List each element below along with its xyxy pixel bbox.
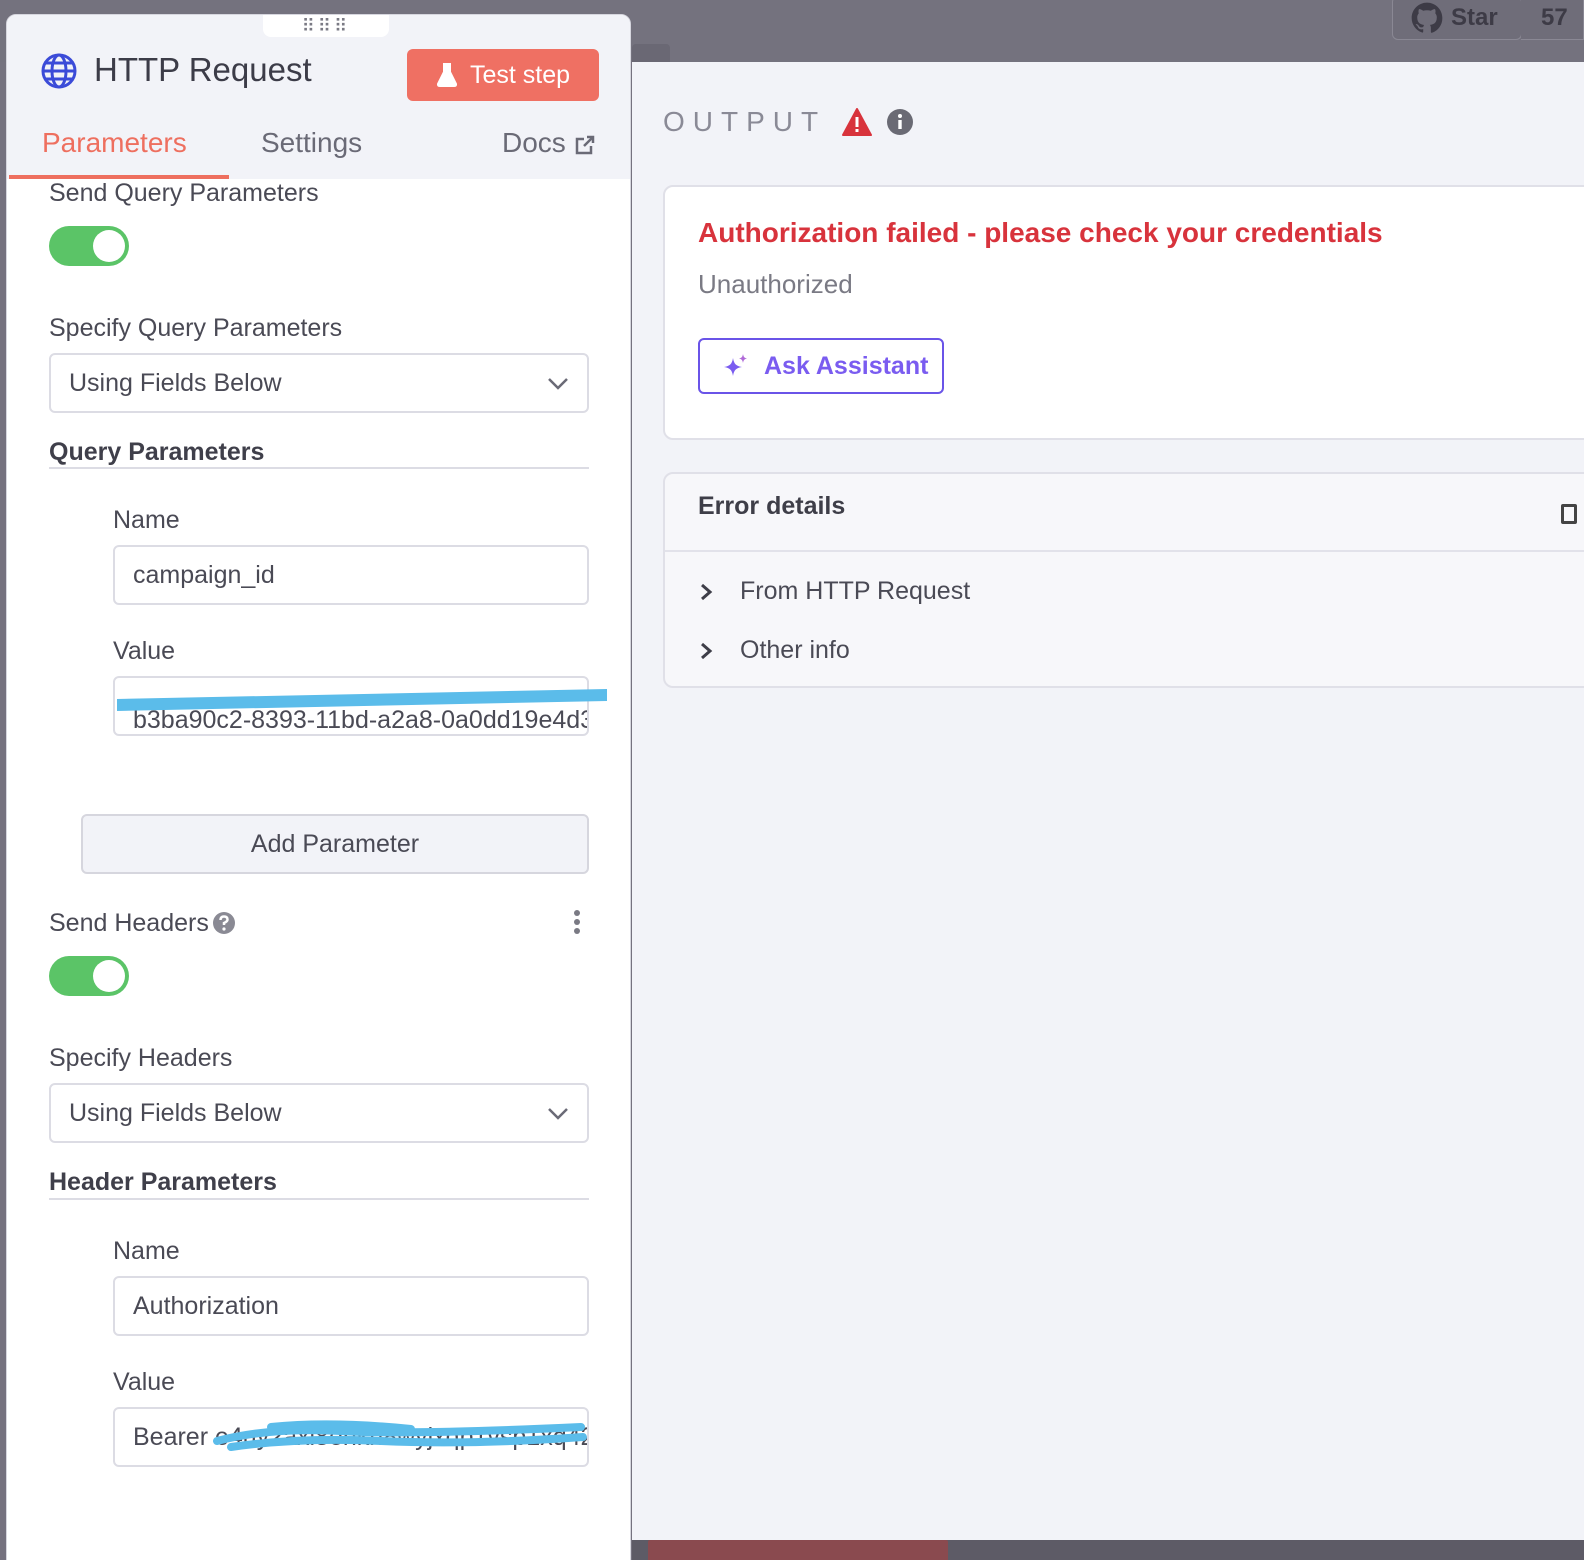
node-settings-panel: ⠿⠿⠿ HTTP Request Test step Parameters Se… — [6, 14, 631, 1560]
query-value-label: Value — [113, 637, 176, 665]
details-row-label: From HTTP Request — [740, 577, 971, 605]
chevron-down-icon — [548, 378, 568, 390]
specify-query-value: Using Fields Below — [69, 368, 282, 397]
node-title: HTTP Request — [94, 51, 312, 88]
query-value-value: b3ba90c2-8393-11bd-a2a8-0a0dd19e4d3 — [133, 705, 589, 734]
help-icon[interactable] — [212, 911, 236, 935]
test-step-label: Test step — [469, 60, 571, 89]
chevron-right-icon — [701, 583, 713, 600]
error-title: Authorization failed - please check your… — [698, 217, 1383, 248]
error-card: Authorization failed - please check your… — [663, 185, 1584, 440]
header-value-value: Bearer e4uy2axi8enkn8wyjxqp1vsp1xq420 — [133, 1422, 589, 1451]
header-name-value: Authorization — [133, 1291, 279, 1320]
globe-icon — [41, 53, 77, 89]
specify-query-label: Specify Query Parameters — [49, 314, 343, 342]
details-row-label: Other info — [740, 636, 850, 664]
github-icon — [1411, 2, 1443, 33]
drag-handle[interactable]: ⠿⠿⠿ — [263, 15, 389, 37]
sparkle-icon — [724, 354, 747, 376]
details-row-other-info[interactable]: Other info — [698, 636, 850, 665]
send-headers-toggle[interactable] — [49, 956, 129, 996]
tab-parameters[interactable]: Parameters — [42, 127, 187, 159]
options-kebab-icon[interactable] — [573, 909, 581, 935]
details-row-from-http-request[interactable]: From HTTP Request — [698, 577, 970, 606]
error-details-header: Error details — [665, 474, 1584, 552]
header-value-label: Value — [113, 1368, 176, 1396]
send-query-label: Send Query Parameters — [49, 179, 319, 207]
query-name-value: campaign_id — [133, 560, 275, 589]
send-headers-label: Send Headers — [49, 909, 209, 937]
specify-headers-label: Specify Headers — [49, 1044, 233, 1072]
query-name-input[interactable]: campaign_id — [113, 545, 589, 605]
header-name-input[interactable]: Authorization — [113, 1276, 589, 1336]
query-parameters-heading: Query Parameters — [49, 438, 265, 466]
send-query-toggle[interactable] — [49, 226, 129, 266]
flask-icon — [436, 63, 458, 87]
github-star-count[interactable]: 57 — [1521, 0, 1584, 40]
add-parameter-label: Add Parameter — [250, 829, 420, 858]
tab-docs[interactable]: Docs — [502, 127, 596, 159]
error-details-title: Error details — [698, 492, 846, 520]
output-label: OUTPUT — [663, 106, 827, 137]
external-link-icon — [575, 135, 595, 154]
error-subtitle: Unauthorized — [698, 269, 853, 299]
header-parameters-heading: Header Parameters — [49, 1168, 277, 1196]
tab-settings[interactable]: Settings — [261, 127, 362, 159]
add-parameter-button[interactable]: Add Parameter — [81, 814, 589, 874]
ask-assistant-label: Ask Assistant — [764, 351, 929, 380]
query-value-input[interactable]: b3ba90c2-8393-11bd-a2a8-0a0dd19e4d3 — [113, 676, 589, 736]
specify-headers-value: Using Fields Below — [69, 1098, 282, 1127]
github-star-button[interactable]: Star — [1392, 0, 1522, 40]
output-header: OUTPUT — [663, 106, 914, 138]
ask-assistant-button[interactable]: Ask Assistant — [698, 338, 944, 394]
test-step-button[interactable]: Test step — [407, 49, 599, 101]
section-divider — [49, 1198, 589, 1200]
query-name-label: Name — [113, 506, 180, 534]
header-name-label: Name — [113, 1237, 180, 1265]
warning-icon — [842, 108, 873, 136]
copy-icon[interactable] — [1561, 504, 1577, 524]
tab-docs-label: Docs — [502, 127, 566, 158]
info-icon[interactable] — [886, 108, 914, 136]
error-details-card: Error details From HTTP Request Other in… — [663, 472, 1584, 688]
chevron-down-icon — [548, 1108, 568, 1120]
bottom-notice — [648, 1540, 948, 1560]
header-value-input[interactable]: Bearer e4uy2axi8enkn8wyjxqp1vsp1xq420 — [113, 1407, 589, 1467]
toggle-knob — [93, 960, 125, 992]
chevron-right-icon — [701, 642, 713, 659]
drag-handle-icon: ⠿⠿⠿ — [301, 15, 351, 36]
toggle-knob — [93, 230, 125, 262]
github-star-label: Star — [1451, 4, 1498, 31]
background-tab — [632, 44, 670, 62]
specify-headers-select[interactable]: Using Fields Below — [49, 1083, 589, 1143]
specify-query-select[interactable]: Using Fields Below — [49, 353, 589, 413]
section-divider — [49, 467, 589, 469]
